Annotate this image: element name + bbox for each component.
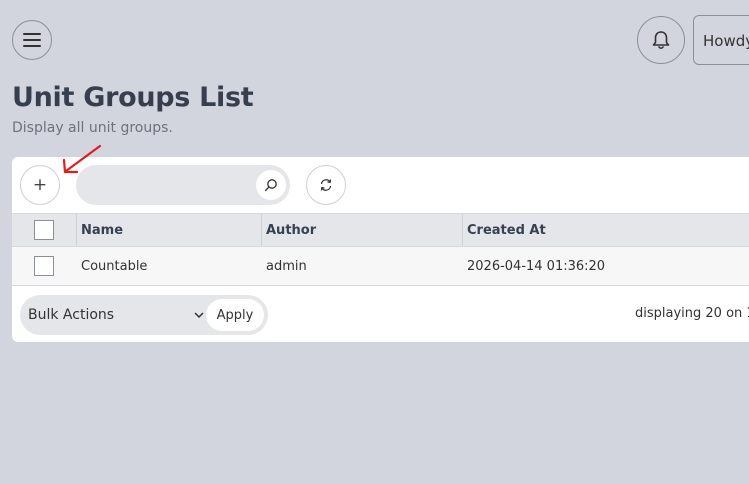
- notifications-button[interactable]: [637, 16, 685, 64]
- column-divider: [76, 214, 77, 246]
- refresh-icon: [320, 179, 332, 191]
- menu-button[interactable]: [12, 20, 52, 60]
- table-header: Name Author Created At: [12, 213, 749, 247]
- page-subtitle: Display all unit groups.: [12, 120, 173, 136]
- user-greeting: Howdy: [703, 32, 749, 50]
- add-button[interactable]: +: [20, 165, 60, 205]
- search-box: [76, 165, 290, 205]
- row-name: Countable: [81, 258, 148, 274]
- pagination-info: displaying 20 on 1: [635, 306, 749, 321]
- column-divider: [462, 214, 463, 246]
- user-menu-button[interactable]: Howdy: [693, 15, 749, 65]
- hamburger-icon: [23, 33, 41, 47]
- select-all-checkbox[interactable]: [34, 220, 54, 240]
- top-bar: Howdy: [0, 0, 749, 80]
- row-select-cell: [34, 247, 54, 285]
- select-all-cell: [34, 214, 54, 246]
- table-row[interactable]: Countable admin 2026-04-14 01:36:20: [12, 247, 749, 286]
- bulk-actions-select[interactable]: Bulk Actions: [20, 295, 206, 335]
- column-header-created-at[interactable]: Created At: [467, 214, 546, 246]
- search-input[interactable]: [76, 165, 251, 205]
- row-created-at: 2026-04-14 01:36:20: [467, 258, 606, 274]
- bell-icon: [652, 31, 670, 50]
- column-header-author[interactable]: Author: [266, 214, 316, 246]
- apply-button[interactable]: Apply: [206, 299, 264, 331]
- table-footer: Bulk Actions Apply displaying 20 on 1: [12, 287, 749, 342]
- table-card: + Name Author Created At Countable admin…: [12, 157, 749, 342]
- search-icon: [264, 179, 277, 192]
- search-button[interactable]: [256, 170, 286, 200]
- bulk-actions-group: Bulk Actions Apply: [20, 295, 268, 335]
- table-toolbar: +: [12, 157, 749, 213]
- page-title: Unit Groups List: [12, 82, 254, 113]
- column-header-name[interactable]: Name: [81, 214, 123, 246]
- column-divider: [261, 214, 262, 246]
- refresh-button[interactable]: [306, 165, 346, 205]
- row-author: admin: [266, 258, 307, 274]
- row-checkbox[interactable]: [34, 256, 54, 276]
- plus-icon: +: [32, 175, 48, 195]
